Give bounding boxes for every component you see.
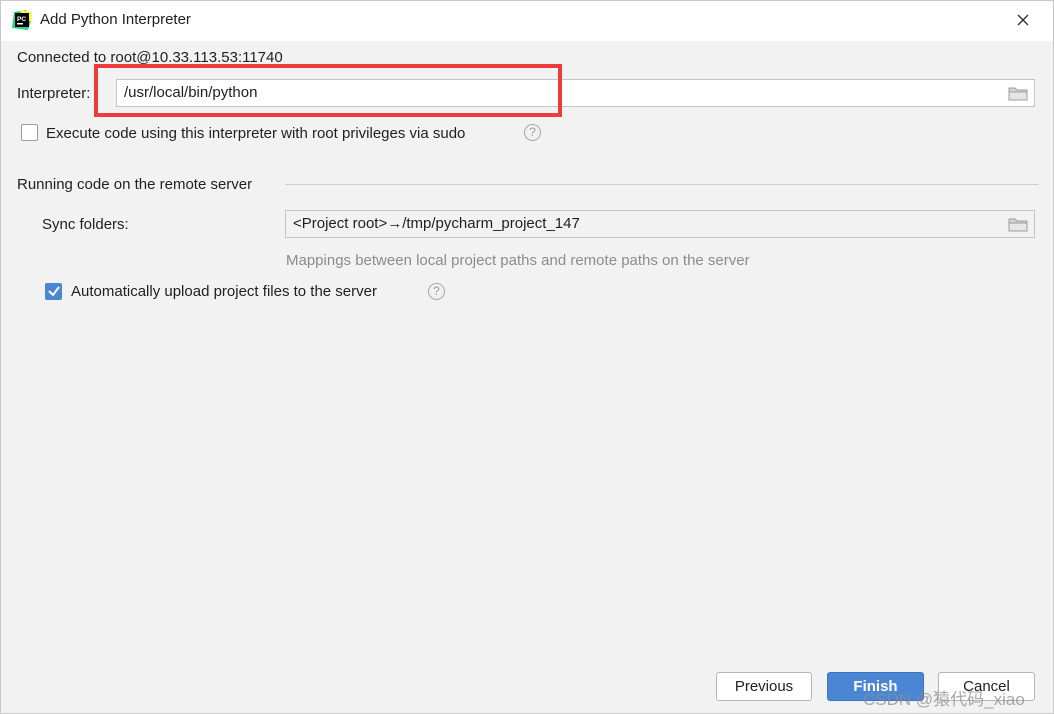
pycharm-app-icon: PC <box>12 10 32 30</box>
section-title-remote: Running code on the remote server <box>17 176 253 193</box>
help-icon[interactable]: ? <box>428 283 445 300</box>
help-icon[interactable]: ? <box>524 124 541 141</box>
sync-folders-field[interactable]: <Project root>→/tmp/pycharm_project_147 <box>285 210 1035 238</box>
sudo-checkbox[interactable] <box>21 124 38 141</box>
title-bar: PC Add Python Interpreter <box>1 1 1053 41</box>
csdn-watermark: CSDN @猿代码_xiao <box>863 690 1025 709</box>
checkmark-icon <box>48 286 60 297</box>
section-divider <box>285 184 1039 185</box>
sync-folders-label: Sync folders: <box>42 216 129 233</box>
svg-text:PC: PC <box>17 16 26 23</box>
close-icon[interactable] <box>1013 10 1033 30</box>
sudo-label: Execute code using this interpreter with… <box>46 125 466 142</box>
auto-upload-checkbox[interactable] <box>45 283 62 300</box>
sync-folders-hint: Mappings between local project paths and… <box>286 252 750 269</box>
folder-browse-icon[interactable] <box>1008 85 1028 101</box>
sync-folders-value: <Project root>→/tmp/pycharm_project_147 <box>293 215 580 232</box>
highlight-annotation-box <box>94 64 562 117</box>
auto-upload-label: Automatically upload project files to th… <box>71 283 377 300</box>
dialog-title: Add Python Interpreter <box>40 11 191 28</box>
previous-button[interactable]: Previous <box>716 672 812 701</box>
interpreter-label: Interpreter: <box>17 85 91 102</box>
folder-browse-icon[interactable] <box>1008 216 1028 232</box>
add-python-interpreter-dialog: PC Add Python Interpreter Connected to r… <box>0 0 1054 714</box>
